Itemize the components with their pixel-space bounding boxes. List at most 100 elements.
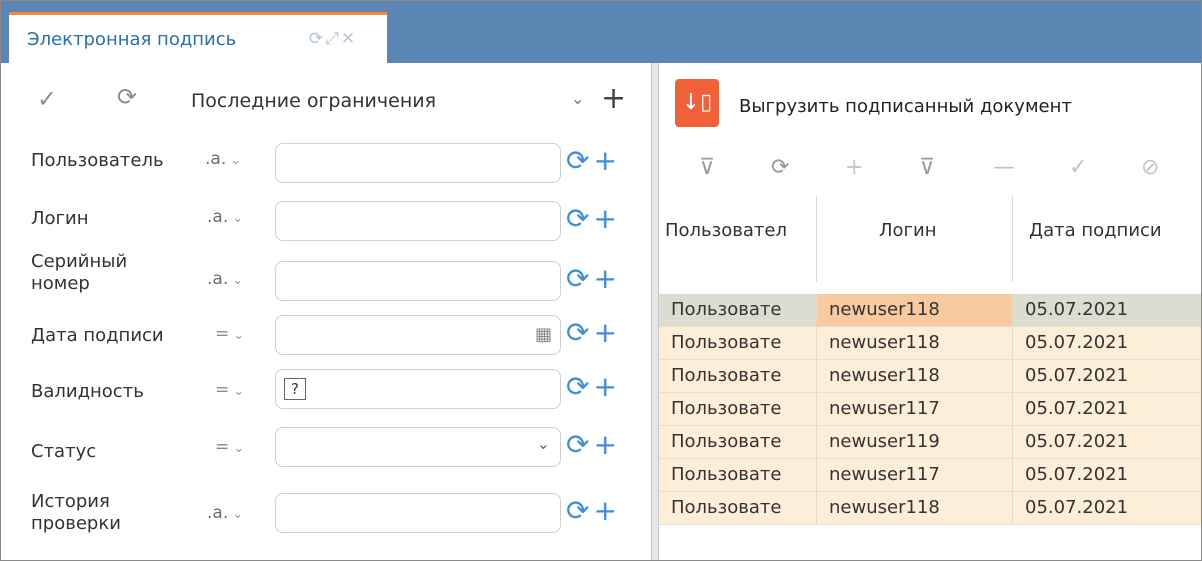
cell-user: Пользовате (659, 426, 817, 458)
refresh-icon[interactable]: ⟳ (566, 370, 589, 403)
table-row[interactable]: Пользовате newuser118 05.07.2021 (659, 492, 1201, 525)
column-header-label: Дата подписи (1029, 220, 1162, 241)
app-window: Электронная подпись ⟳⤢✕ ✓ ⟳ Последние ог… (0, 0, 1202, 561)
validity-input[interactable]: ? (275, 369, 561, 409)
tab-electronic-signature[interactable]: Электронная подпись ⟳⤢✕ (9, 12, 387, 63)
history-input[interactable] (275, 493, 561, 533)
cell-login: newuser118 (817, 294, 1013, 326)
table-row[interactable]: Пользовате newuser118 05.07.2021 (659, 360, 1201, 393)
cell-date: 05.07.2021 (1025, 398, 1129, 419)
cell-user: Пользовате (659, 294, 817, 326)
cell-user: Пользовате (659, 492, 817, 524)
cancel-icon[interactable]: ⊘ (1141, 155, 1159, 180)
cell-date: 05.07.2021 (1025, 299, 1129, 320)
operator-dropdown[interactable]: .a. ⌄ (205, 149, 241, 169)
calendar-icon[interactable]: ▦ (535, 324, 552, 345)
date-input[interactable]: ▦ (275, 315, 561, 355)
operator-label: = (215, 324, 230, 344)
add-icon[interactable]: + (593, 428, 616, 461)
add-icon[interactable]: + (593, 316, 616, 349)
add-icon[interactable]: + (593, 370, 616, 403)
operator-dropdown[interactable]: .a. ⌄ (207, 269, 243, 289)
tab-controls-icon[interactable]: ⟳⤢✕ (309, 29, 357, 49)
results-panel: ↓▯ Выгрузить подписанный документ ⊽ ⟳ + … (659, 63, 1201, 560)
refresh-icon[interactable]: ⟳ (771, 155, 789, 180)
field-label: Валидность (31, 381, 144, 402)
validity-checkbox[interactable]: ? (284, 378, 306, 400)
operator-dropdown[interactable]: = ⌄ (215, 380, 244, 400)
export-button-label[interactable]: Выгрузить подписанный документ (739, 96, 1072, 117)
refresh-icon[interactable]: ⟳ (566, 316, 589, 349)
cell-date: 05.07.2021 (1025, 497, 1129, 518)
column-header-label: Логин (879, 220, 937, 241)
cell-user: Пользовате (659, 360, 817, 392)
table-row[interactable]: Пользовате newuser117 05.07.2021 (659, 393, 1201, 426)
add-icon[interactable]: + (593, 144, 616, 177)
login-input[interactable] (275, 201, 561, 241)
column-header-label: Пользовател (665, 220, 787, 241)
table-row[interactable]: Пользовате newuser119 05.07.2021 (659, 426, 1201, 459)
add-icon[interactable]: + (845, 155, 863, 180)
preset-select[interactable]: Последние ограничения ⌄ + (181, 81, 641, 121)
add-icon[interactable]: + (593, 202, 616, 235)
field-actions: ⟳ + (566, 431, 617, 459)
operator-dropdown[interactable]: = ⌄ (215, 437, 244, 457)
export-icon[interactable]: ↓▯ (675, 79, 719, 127)
status-select[interactable]: ⌄ (275, 427, 561, 467)
field-actions: ⟳ + (566, 265, 617, 293)
table-row[interactable]: Пользовате newuser118 05.07.2021 (659, 294, 1201, 327)
cell-login: newuser117 (817, 459, 1013, 491)
refresh-icon[interactable]: ⟳ (566, 428, 589, 461)
cell-login: newuser118 (817, 327, 1013, 359)
field-actions: ⟳ + (566, 319, 617, 347)
cell-login: newuser118 (817, 492, 1013, 524)
operator-dropdown[interactable]: .a. ⌄ (207, 503, 243, 523)
add-icon[interactable]: + (593, 262, 616, 295)
serial-input[interactable] (275, 261, 561, 301)
user-input[interactable] (275, 143, 561, 183)
refresh-icon[interactable]: ⟳ (566, 262, 589, 295)
confirm-icon[interactable]: ✓ (1069, 155, 1087, 180)
filter-row-date: Дата подписи = ⌄ ▦ ⟳ + (1, 309, 651, 369)
filter-row-validity: Валидность = ⌄ ? ⟳ + (1, 363, 651, 423)
column-header-user[interactable]: Пользовател (659, 196, 817, 282)
cell-date: 05.07.2021 (1025, 365, 1129, 386)
cell-login: newuser119 (817, 426, 1013, 458)
panel-splitter[interactable] (651, 63, 659, 560)
field-label: Серийный номер (31, 251, 128, 294)
check-icon[interactable]: ✓ (37, 87, 57, 111)
cell-date: 05.07.2021 (1025, 464, 1129, 485)
filter-clear-icon[interactable]: ⊽ (919, 155, 935, 180)
field-actions: ⟳ + (566, 373, 617, 401)
column-header-login[interactable]: Логин (817, 196, 1013, 282)
cell-login: newuser117 (817, 393, 1013, 425)
cell-user: Пользовате (659, 393, 817, 425)
cell-user: Пользовате (659, 459, 817, 491)
chevron-down-icon[interactable]: ⌄ (537, 434, 550, 453)
filter-row-status: Статус = ⌄ ⌄ ⟳ + (1, 419, 651, 479)
table-row[interactable]: Пользовате newuser118 05.07.2021 (659, 327, 1201, 360)
operator-label: = (215, 437, 230, 457)
table-row[interactable]: Пользовате newuser117 05.07.2021 (659, 459, 1201, 492)
tab-bar: Электронная подпись ⟳⤢✕ (1, 1, 1201, 63)
field-actions: ⟳ + (566, 497, 617, 525)
field-label: Логин (31, 208, 89, 229)
filter-icon[interactable]: ⊽ (699, 155, 715, 180)
cell-date: 05.07.2021 (1025, 332, 1129, 353)
refresh-icon[interactable]: ⟳ (566, 494, 589, 527)
refresh-icon[interactable]: ⟳ (566, 144, 589, 177)
field-label: История проверки (31, 491, 121, 534)
filter-row-login: Логин .a. ⌄ ⟳ + (1, 191, 651, 251)
add-icon[interactable]: + (593, 494, 616, 527)
refresh-icon[interactable]: ⟳ (566, 202, 589, 235)
operator-dropdown[interactable]: .a. ⌄ (207, 207, 243, 227)
preset-select-value: Последние ограничения (191, 90, 437, 112)
operator-dropdown[interactable]: = ⌄ (215, 324, 244, 344)
refresh-icon[interactable]: ⟳ (117, 85, 137, 109)
operator-label: .a. (207, 207, 229, 227)
chevron-down-icon[interactable]: ⌄ (571, 89, 584, 108)
column-header-date[interactable]: Дата подписи (1013, 196, 1201, 282)
add-icon[interactable]: + (601, 81, 626, 116)
operator-label: .a. (207, 503, 229, 523)
remove-icon[interactable]: — (993, 155, 1015, 180)
